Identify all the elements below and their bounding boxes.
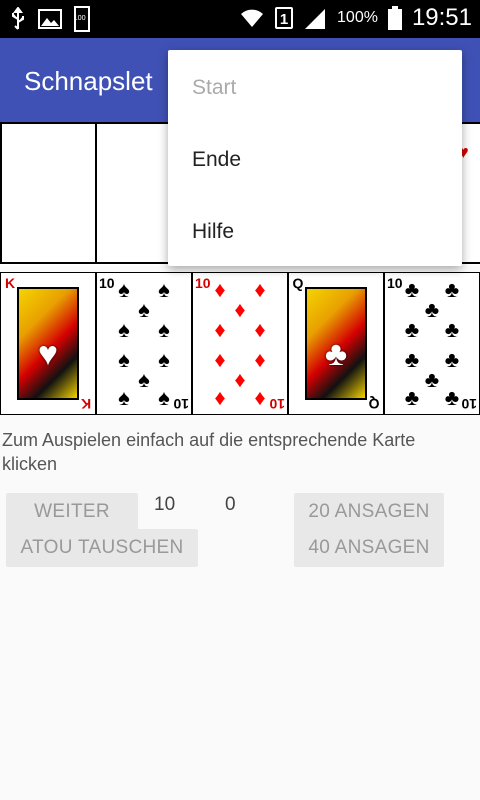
diamond-icon: ♦ — [234, 297, 246, 322]
card-suit: ♣ — [324, 335, 348, 373]
spade-icon: ♠ — [138, 367, 150, 392]
card-rank: K — [80, 396, 92, 412]
atou-tauschen-button[interactable]: ATOU TAUSCHEN — [6, 529, 198, 567]
diamond-icon: ♦ — [214, 277, 226, 302]
spade-icon: ♠ — [118, 385, 130, 410]
spade-icon: ♠ — [158, 347, 170, 372]
club-icon: ♣ — [404, 317, 420, 342]
card-rank: Q — [292, 275, 304, 291]
diamond-icon: ♦ — [254, 347, 266, 372]
card-pips: ♣ ♣ ♣ ♣ ♣ ♣ ♣ ♣ ♣ ♣ — [401, 277, 463, 410]
club-icon: ♣ — [444, 385, 460, 410]
card-rank: 10 — [387, 275, 403, 291]
diamond-icon: ♦ — [234, 367, 246, 392]
battery-percent: 100% — [337, 9, 378, 26]
menu-item-ende[interactable]: Ende — [192, 148, 241, 172]
ansagen-40-button[interactable]: 40 ANSAGEN — [294, 529, 444, 567]
hand-card-5[interactable]: 10 10 ♣ ♣ ♣ ♣ ♣ ♣ ♣ ♣ ♣ ♣ — [384, 272, 480, 415]
queen-face: ♣ — [305, 287, 367, 400]
card-rank: 10 — [195, 275, 211, 291]
card-rank: 10 — [99, 275, 115, 291]
hand-card-4[interactable]: Q Q ♣ — [288, 272, 384, 415]
signal-icon — [305, 9, 326, 29]
status-left: 100 — [10, 6, 90, 32]
spade-icon: ♠ — [118, 277, 130, 302]
player-score: 10 — [154, 494, 176, 515]
card-rank: 10 — [269, 396, 285, 412]
spade-icon: ♠ — [158, 385, 170, 410]
card-rank: K — [4, 275, 16, 291]
club-icon: ♣ — [444, 277, 460, 302]
club-icon: ♣ — [424, 367, 440, 392]
diamond-icon: ♦ — [214, 347, 226, 372]
app-title: Schnapslet — [24, 66, 153, 96]
club-icon: ♣ — [444, 347, 460, 372]
ansagen-20-button[interactable]: 20 ANSAGEN — [294, 493, 444, 531]
hand-card-3[interactable]: 10 10 ♦ ♦ ♦ ♦ ♦ ♦ ♦ ♦ ♦ ♦ — [192, 272, 288, 415]
status-right: 1 100% 19:51 — [239, 4, 472, 32]
card-rank: Q — [368, 396, 380, 412]
card-suit: ♥ — [37, 335, 59, 373]
card-rank: 10 — [173, 396, 189, 412]
club-icon: ♣ — [404, 347, 420, 372]
card-pips: ♦ ♦ ♦ ♦ ♦ ♦ ♦ ♦ ♦ ♦ — [209, 277, 271, 410]
king-face: ♥ — [17, 287, 79, 400]
played-card-slot-1[interactable] — [0, 122, 97, 264]
diamond-icon: ♦ — [254, 277, 266, 302]
overflow-menu: Start Ende Hilfe — [168, 50, 462, 266]
battery-full-icon: 100 — [74, 6, 90, 32]
hand-card-2[interactable]: 10 10 ♠ ♠ ♠ ♠ ♠ ♠ ♠ ♠ ♠ ♠ — [96, 272, 192, 415]
clock: 19:51 — [411, 4, 472, 31]
battery-small-label: 100 — [73, 13, 86, 22]
sim-indicator: 1 — [275, 7, 294, 29]
diamond-icon: ♦ — [214, 385, 226, 410]
diamond-icon: ♦ — [254, 317, 266, 342]
spade-icon: ♠ — [158, 277, 170, 302]
club-icon: ♣ — [444, 317, 460, 342]
wifi-icon — [241, 9, 264, 27]
hint-text: Zum Auspielen einfach auf die entspreche… — [2, 430, 416, 474]
menu-item-hilfe[interactable]: Hilfe — [192, 220, 234, 244]
usb-icon — [12, 7, 24, 30]
spade-icon: ♠ — [118, 347, 130, 372]
menu-item-start[interactable]: Start — [192, 76, 236, 100]
computer-score: 0 — [225, 494, 236, 515]
status-bar: 100 1 100% 19:51 — [0, 0, 480, 38]
club-icon: ♣ — [424, 297, 440, 322]
image-icon — [38, 9, 62, 29]
hand-card-1[interactable]: K K ♥ — [0, 272, 96, 415]
club-icon: ♣ — [404, 277, 420, 302]
club-icon: ♣ — [404, 385, 420, 410]
battery-icon — [387, 6, 402, 30]
spade-icon: ♠ — [138, 297, 150, 322]
diamond-icon: ♦ — [254, 385, 266, 410]
spade-icon: ♠ — [118, 317, 130, 342]
card-pips: ♠ ♠ ♠ ♠ ♠ ♠ ♠ ♠ ♠ ♠ — [113, 277, 175, 410]
diamond-icon: ♦ — [214, 317, 226, 342]
card-rank: 10 — [461, 396, 477, 412]
weiter-button[interactable]: WEITER — [6, 493, 138, 531]
spade-icon: ♠ — [158, 317, 170, 342]
